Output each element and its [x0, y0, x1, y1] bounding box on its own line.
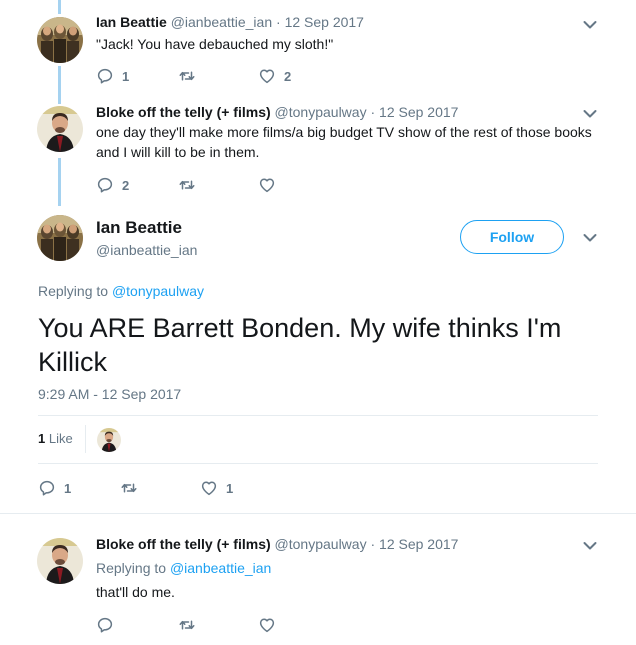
separator: · [276, 14, 281, 30]
chevron-down-icon[interactable] [580, 17, 600, 33]
like-icon [258, 176, 276, 194]
reply-count: 2 [122, 177, 130, 193]
reply-icon [96, 67, 114, 85]
reply-count: 1 [122, 68, 130, 84]
likes-label: Like [48, 431, 73, 446]
avatar[interactable] [37, 538, 83, 584]
like-count: 1 [226, 480, 234, 496]
like-icon [200, 479, 218, 497]
replying-to-label: Replying to [38, 283, 109, 299]
replying-to-label: Replying to [96, 560, 167, 576]
tweet-text: "Jack! You have debauched my sloth!" [96, 36, 334, 52]
retweet-button[interactable] [178, 615, 204, 635]
follow-button[interactable]: Follow [460, 220, 564, 254]
like-icon [258, 67, 276, 85]
like-icon [258, 616, 276, 634]
retweet-icon [178, 67, 196, 85]
replying-to-link[interactable]: @tonypaulway [112, 283, 204, 299]
like-button[interactable]: 1 [200, 478, 233, 498]
reply-button[interactable]: 1 [96, 66, 129, 86]
tweet-item[interactable]: Bloke off the telly (+ films) @tonypaulw… [0, 520, 636, 645]
main-timestamp[interactable]: 9:29 AM - 12 Sep 2017 [38, 386, 181, 402]
reply-button[interactable] [96, 615, 122, 635]
tweet-date[interactable]: 12 Sep 2017 [285, 14, 364, 30]
divider [85, 425, 86, 453]
likes-summary[interactable]: 1 Like [38, 431, 73, 446]
main-author-handle[interactable]: @ianbeattie_ian [96, 242, 197, 258]
replying-to: Replying to @ianbeattie_ian [96, 560, 271, 576]
retweet-button[interactable] [178, 175, 204, 195]
divider [38, 415, 598, 416]
divider [38, 463, 598, 464]
retweet-button[interactable] [178, 66, 204, 86]
main-avatar[interactable] [37, 215, 83, 261]
author-name[interactable]: Ian Beattie [96, 14, 167, 30]
retweet-button[interactable] [120, 478, 146, 498]
tweet-text: one day they'll make more films/a big bu… [96, 124, 592, 160]
reply-button[interactable]: 1 [38, 478, 71, 498]
author-handle[interactable]: @tonypaulway [275, 536, 367, 552]
separator: · [370, 104, 376, 120]
retweet-icon [178, 176, 196, 194]
tweet-actions: 1 2 [96, 66, 396, 86]
author-name[interactable]: Bloke off the telly (+ films) [96, 536, 271, 552]
tweet-header: Bloke off the telly (+ films) @tonypaulw… [96, 536, 458, 552]
like-button[interactable] [258, 175, 284, 195]
tweet-item[interactable]: Ian Beattie @ianbeattie_ian · 12 Sep 201… [0, 0, 636, 100]
main-author-name[interactable]: Ian Beattie [96, 218, 182, 238]
tweet-text: that'll do me. [96, 584, 175, 600]
main-tweet-actions: 1 1 [38, 478, 338, 498]
likes-total: 1 [38, 431, 46, 446]
tweet-header: Bloke off the telly (+ films) @tonypaulw… [96, 104, 458, 120]
tweet-header: Ian Beattie @ianbeattie_ian · 12 Sep 201… [96, 14, 364, 30]
divider [0, 513, 636, 514]
tweet-date[interactable]: 12 Sep 2017 [379, 536, 458, 552]
chevron-down-icon[interactable] [580, 538, 600, 554]
avatar[interactable] [37, 17, 83, 63]
liker-avatar[interactable] [97, 428, 121, 452]
reply-button[interactable]: 2 [96, 175, 129, 195]
like-button[interactable]: 2 [258, 66, 291, 86]
author-handle[interactable]: @ianbeattie_ian [171, 14, 272, 30]
separator: · [370, 536, 376, 552]
avatar[interactable] [37, 106, 83, 152]
replying-to: Replying to @tonypaulway [38, 283, 204, 299]
retweet-icon [120, 479, 138, 497]
main-tweet-text: You ARE Barrett Bonden. My wife thinks I… [38, 313, 562, 377]
retweet-icon [178, 616, 196, 634]
like-button[interactable] [258, 615, 284, 635]
author-name[interactable]: Bloke off the telly (+ films) [96, 104, 271, 120]
reply-icon [38, 479, 56, 497]
chevron-down-icon[interactable] [580, 106, 600, 122]
tweet-item[interactable]: Bloke off the telly (+ films) @tonypaulw… [0, 100, 636, 205]
reply-count: 1 [64, 480, 72, 496]
author-handle[interactable]: @tonypaulway [275, 104, 367, 120]
reply-icon [96, 176, 114, 194]
tweet-actions: 2 [96, 175, 396, 195]
chevron-down-icon[interactable] [580, 230, 600, 246]
like-count: 2 [284, 68, 292, 84]
reply-icon [96, 616, 114, 634]
tweet-actions [96, 615, 396, 635]
replying-to-link[interactable]: @ianbeattie_ian [170, 560, 271, 576]
tweet-date[interactable]: 12 Sep 2017 [379, 104, 458, 120]
